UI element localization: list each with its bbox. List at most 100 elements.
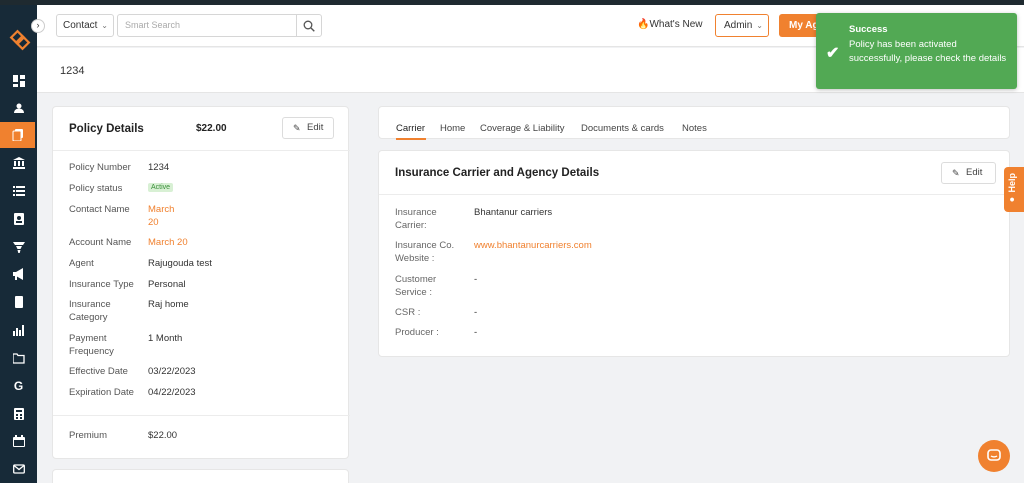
success-toast[interactable]: ✔ Success Policy has been activated succ… <box>816 13 1017 89</box>
active-tab-indicator <box>396 138 426 140</box>
effective-date-value: 03/22/2023 <box>148 366 196 377</box>
chevron-right-icon: › <box>36 20 40 30</box>
app-logo-icon[interactable] <box>9 29 31 51</box>
edit-label: Edit <box>307 122 324 133</box>
sidebar-collapse-button[interactable]: › <box>31 19 45 33</box>
policy-number-label: Policy Number <box>69 162 131 173</box>
carrier-details-title: Insurance Carrier and Agency Details <box>395 167 600 179</box>
id-card-icon <box>13 213 24 225</box>
tab-coverage-liability[interactable]: Coverage & Liability <box>480 123 565 134</box>
sidebar-item-calculator[interactable] <box>0 401 37 427</box>
policy-status-label: Policy status <box>69 183 123 194</box>
effective-date-label: Effective Date <box>69 366 128 377</box>
website-link[interactable]: www.bhantanurcarriers.com <box>474 239 592 252</box>
contact-name-link[interactable]: March 20 <box>148 203 184 229</box>
pencil-icon: ✎ <box>952 168 960 178</box>
premium-label: Premium <box>69 430 108 441</box>
agent-value: Rajugouda test <box>148 258 212 269</box>
divider <box>53 415 350 416</box>
contacts-icon <box>13 103 24 113</box>
csr-label: CSR : <box>395 307 421 318</box>
sidebar-item-campaigns[interactable] <box>0 261 37 287</box>
search-button[interactable] <box>296 14 322 37</box>
sidebar-item-reports[interactable] <box>0 317 37 343</box>
smart-search-input[interactable]: Smart Search <box>117 14 297 37</box>
producer-label: Producer : <box>395 327 439 338</box>
whats-new-label: What's New <box>649 19 703 30</box>
tab-documents-cards[interactable]: Documents & cards <box>581 123 664 134</box>
sidebar-item-documents[interactable] <box>0 289 37 315</box>
chat-button[interactable] <box>978 440 1010 472</box>
sidebar-item-dashboard[interactable] <box>0 68 37 94</box>
sidebar-item-id-card[interactable] <box>0 206 37 232</box>
role-label: Admin <box>724 20 753 31</box>
help-label: ● Help <box>1007 173 1017 206</box>
tab-carrier[interactable]: Carrier <box>396 123 425 134</box>
policy-price: $22.00 <box>196 123 227 134</box>
csr-value: - <box>474 307 478 318</box>
website-label: Insurance Co. Website : <box>395 240 455 264</box>
payment-frequency-value: 1 Month <box>148 333 183 344</box>
producer-value: - <box>474 327 478 338</box>
policy-details-card: Policy Details $22.00 ✎ Edit Policy Numb… <box>52 106 350 459</box>
google-icon: G <box>13 379 24 393</box>
account-name-label: Account Name <box>69 237 132 248</box>
folder-icon <box>12 353 25 364</box>
chat-icon <box>987 449 1001 461</box>
chevron-down-icon: ⌄ <box>101 21 108 30</box>
calculator-icon <box>13 408 24 420</box>
document-icon <box>14 296 23 308</box>
whats-new-link[interactable]: 🔥What's New <box>637 19 703 30</box>
carrier-details-card: Insurance Carrier and Agency Details ✎ E… <box>378 150 1011 357</box>
help-circle-icon: ● <box>1007 192 1017 206</box>
help-tab[interactable]: ● Help <box>1004 167 1024 212</box>
checkmark-icon: ✔ <box>826 45 840 62</box>
funnel-icon <box>12 242 25 253</box>
search-placeholder: Smart Search <box>125 20 181 30</box>
contact-name-label: Contact Name <box>69 204 130 215</box>
sidebar-item-google[interactable]: G <box>0 373 37 399</box>
edit-label: Edit <box>966 167 983 178</box>
tab-home[interactable]: Home <box>440 123 465 134</box>
policy-number-value: 1234 <box>148 162 170 173</box>
sidebar-item-contacts[interactable] <box>0 95 37 121</box>
calendar-icon <box>12 435 25 447</box>
account-name-link[interactable]: March 20 <box>148 236 268 249</box>
role-dropdown[interactable]: Admin ⌄ <box>715 14 769 37</box>
fire-icon: 🔥 <box>637 19 650 30</box>
list-icon <box>12 186 25 196</box>
insurance-type-label: Insurance Type <box>69 279 134 290</box>
expiration-date-value: 04/22/2023 <box>148 387 196 398</box>
policies-icon <box>12 129 23 141</box>
mail-icon <box>12 464 25 474</box>
agent-label: Agent <box>69 258 94 269</box>
insurance-category-label: Insurance Category <box>69 299 111 323</box>
sidebar-item-folder[interactable] <box>0 345 37 371</box>
sidebar-item-bank[interactable] <box>0 150 37 176</box>
sidebar-item-calendar[interactable] <box>0 428 37 454</box>
carrier-edit-button[interactable]: ✎ Edit <box>941 162 996 184</box>
dashboard-icon <box>12 75 25 87</box>
divider <box>53 150 350 151</box>
sidebar-item-mail[interactable] <box>0 456 37 482</box>
entity-type-label: Contact <box>63 20 98 31</box>
search-icon <box>303 20 315 32</box>
policy-edit-button[interactable]: ✎ Edit <box>282 117 334 139</box>
sidebar: G <box>0 5 37 483</box>
insurance-type-value: Personal <box>148 279 186 290</box>
toast-title: Success <box>849 24 888 35</box>
status-badge: Active <box>148 183 174 192</box>
sidebar-item-policies[interactable] <box>0 122 35 148</box>
policy-details-title: Policy Details <box>69 123 144 135</box>
insurance-carrier-label: Insurance Carrier: <box>395 207 437 231</box>
sidebar-item-funnel[interactable] <box>0 234 37 260</box>
reports-icon <box>12 325 24 336</box>
insurance-category-value: Raj home <box>148 299 189 310</box>
megaphone-icon <box>12 268 23 280</box>
entity-type-dropdown[interactable]: Contact ⌄ <box>56 14 114 37</box>
sidebar-item-list[interactable] <box>0 178 37 204</box>
secondary-card <box>52 469 349 483</box>
tab-notes[interactable]: Notes <box>682 123 707 134</box>
payment-frequency-label: Payment Frequency <box>69 333 114 357</box>
divider <box>379 194 1011 195</box>
